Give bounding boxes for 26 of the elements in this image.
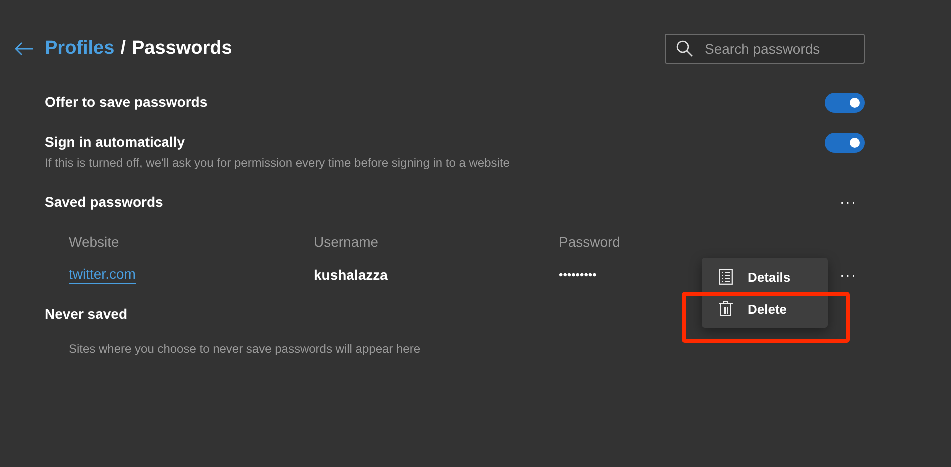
toggle-switch[interactable] [825, 133, 865, 153]
website-link[interactable]: twitter.com [69, 266, 136, 284]
setting-label: Sign in automatically [45, 134, 186, 150]
breadcrumb-separator: / [120, 38, 126, 60]
section-title: Saved passwords [45, 194, 164, 210]
menu-item[interactable]: Details [702, 261, 828, 293]
search-icon [676, 40, 694, 58]
trash-icon [719, 301, 733, 317]
breadcrumb-link[interactable]: Profiles [45, 38, 115, 60]
search-field[interactable]: Search passwords [665, 34, 865, 64]
list-icon [719, 269, 733, 285]
column-header: Website [69, 234, 120, 250]
back-arrow-icon[interactable] [14, 41, 34, 57]
empty-message: Sites where you choose to never save passwords will appear here [69, 342, 421, 356]
column-header: Password [559, 234, 620, 250]
toggle-switch[interactable] [825, 93, 865, 113]
more-options-button[interactable]: ··· [840, 267, 857, 283]
setting-label: Offer to save passwords [45, 94, 208, 110]
setting-description: If this is turned off, we'll ask you for permission every time before signing in to a website [45, 156, 510, 170]
menu-item[interactable]: Delete [702, 293, 828, 325]
more-options-button[interactable]: ··· [840, 194, 857, 210]
username-cell: kushalazza [314, 267, 388, 283]
section-title: Never saved [45, 306, 128, 322]
page-title: Passwords [132, 38, 232, 60]
column-header: Username [314, 234, 379, 250]
password-cell: ••••••••• [559, 268, 597, 282]
